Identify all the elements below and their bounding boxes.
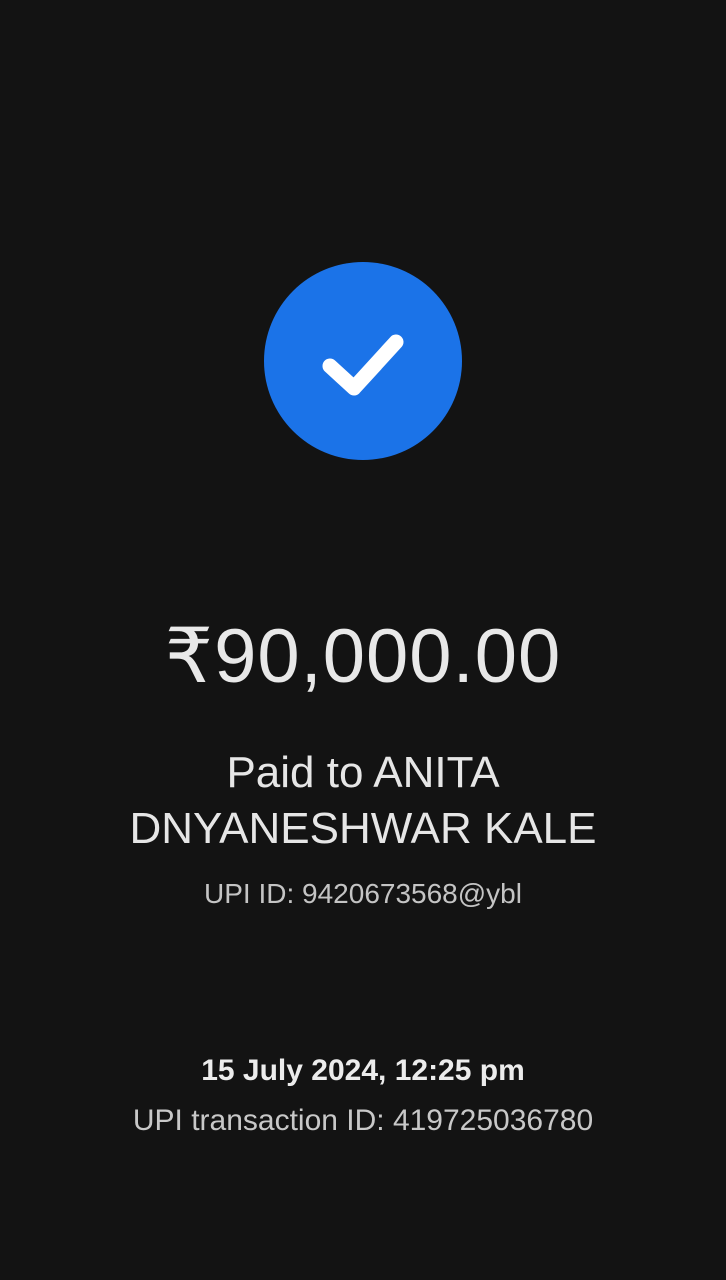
payment-datetime: 15 July 2024, 12:25 pm — [201, 1054, 525, 1087]
upi-transaction-id: UPI transaction ID: 419725036780 — [132, 1104, 594, 1137]
payment-amount: ₹90,000.00 — [164, 614, 562, 699]
check-icon — [322, 334, 404, 396]
success-check-badge — [264, 262, 462, 460]
payment-success-screen: ₹90,000.00 Paid to ANITA DNYANESHWAR KAL… — [0, 0, 726, 1280]
payee-upi-id: UPI ID: 9420673568@ybl — [204, 878, 522, 909]
payee-name: Paid to ANITA DNYANESHWAR KALE — [129, 748, 597, 853]
